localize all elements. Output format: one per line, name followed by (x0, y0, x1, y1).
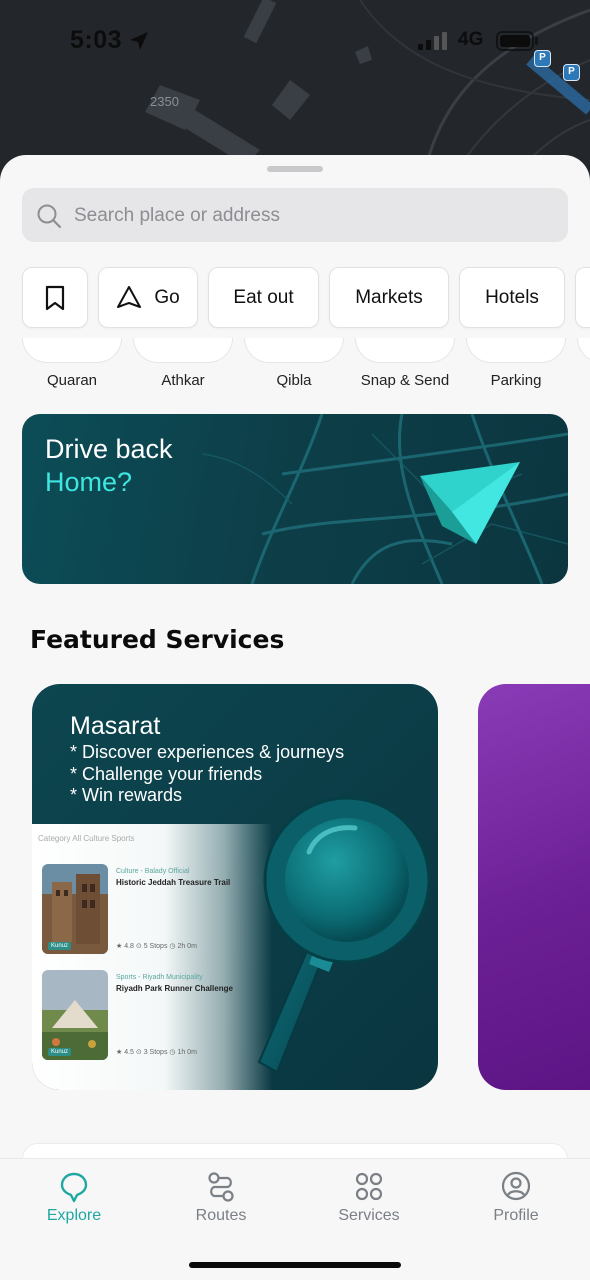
hotels-chip[interactable]: Hotels (459, 267, 565, 328)
drive-home-banner[interactable]: Drive back Home? (22, 414, 568, 584)
preview-tag: Culture - Balady Official (116, 868, 190, 875)
tab-profile[interactable]: Profile (461, 1171, 571, 1231)
tab-explore[interactable]: Explore (19, 1171, 129, 1231)
preview-thumbnail: Kunuz (42, 864, 108, 954)
network-type: 4G (458, 29, 484, 50)
preview-item: Kunuz Culture - Balady Official Historic… (40, 864, 260, 958)
tab-label: Explore (46, 1207, 102, 1224)
quick-action-quran[interactable] (22, 338, 122, 363)
status-bar: 5:03 4G (0, 26, 590, 56)
tab-label: Profile (493, 1207, 539, 1224)
eat-out-chip[interactable]: Eat out (208, 267, 319, 328)
preview-thumbnail: Kunuz (42, 970, 108, 1060)
search-placeholder: Search place or address (74, 205, 280, 226)
signal-icon (418, 32, 447, 50)
preview-item: Kunuz Sports - Riyadh Municipality Riyad… (40, 970, 260, 1064)
bookmark-icon (45, 285, 65, 310)
battery-icon (496, 31, 538, 51)
masarat-service-card[interactable]: Category All Culture Sports Kunuz Cultur… (32, 684, 438, 1090)
location-arrow-icon (130, 32, 148, 50)
status-time: 5:03 (70, 26, 123, 54)
saved-places-chip[interactable] (22, 267, 88, 328)
quick-action-label: Parking (490, 372, 542, 389)
go-chip-label: Go (154, 286, 180, 308)
preview-title: Riyadh Park Runner Challenge (116, 984, 233, 993)
tab-label: Services (338, 1207, 400, 1224)
explore-icon (60, 1172, 88, 1203)
search-icon (37, 204, 62, 229)
app-preview: Category All Culture Sports Kunuz Cultur… (32, 824, 272, 1090)
preview-badge: Kunuz (48, 942, 72, 950)
quick-action-athkar[interactable] (133, 338, 233, 363)
routes-icon (208, 1172, 234, 1202)
tab-services[interactable]: Services (314, 1171, 424, 1231)
explore-sheet: Search place or address Go Eat out Marke… (0, 155, 590, 1280)
quick-action-snap-send[interactable] (355, 338, 455, 363)
card-bullets: * Discover experiences & journeys * Chal… (70, 742, 344, 807)
banner-title: Drive back (45, 434, 173, 464)
eat-out-chip-label: Eat out (233, 286, 294, 308)
quick-action-qibla[interactable] (244, 338, 344, 363)
featured-services-title: Featured Services (30, 625, 285, 654)
card-title: Masarat (70, 712, 161, 740)
preview-meta: ★ 4.8 ⊙ 5 Stops ◷ 2h 0m (116, 943, 197, 950)
more-chip[interactable] (575, 267, 590, 328)
next-service-card[interactable] (478, 684, 590, 1090)
search-input[interactable]: Search place or address (22, 188, 568, 242)
magnifier-icon (257, 796, 431, 1074)
banner-subtitle: Home? (45, 467, 133, 497)
sheet-grabber[interactable] (267, 166, 323, 172)
paper-plane-icon (420, 462, 520, 544)
hotels-chip-label: Hotels (485, 286, 539, 308)
markets-chip[interactable]: Markets (329, 267, 449, 328)
category-chips: Go Eat out Markets Hotels (22, 267, 590, 329)
card-bullet: * Challenge your friends (70, 763, 263, 784)
services-icon (355, 1172, 383, 1201)
go-chip[interactable]: Go (98, 267, 198, 328)
parking-marker[interactable]: P (563, 64, 580, 81)
tab-routes[interactable]: Routes (166, 1171, 276, 1231)
preview-filters: Category All Culture Sports (38, 834, 135, 843)
preview-meta: ★ 4.5 ⊙ 3 Stops ◷ 1h 0m (116, 1049, 197, 1056)
preview-badge: Kunuz (48, 1048, 72, 1056)
preview-tag: Sports - Riyadh Municipality (116, 974, 203, 981)
quick-action-parking[interactable] (466, 338, 566, 363)
card-bullet: * Win rewards (70, 785, 183, 805)
profile-icon (501, 1171, 531, 1201)
tab-label: Routes (195, 1207, 247, 1224)
preview-title: Historic Jeddah Treasure Trail (116, 878, 231, 887)
markets-chip-label: Markets (355, 286, 423, 308)
navigation-icon (117, 285, 142, 308)
map-label: 2350 (150, 94, 179, 109)
card-bullet: * Discover experiences & journeys (70, 742, 345, 762)
quick-action-more[interactable] (577, 338, 590, 363)
home-indicator (189, 1262, 401, 1268)
